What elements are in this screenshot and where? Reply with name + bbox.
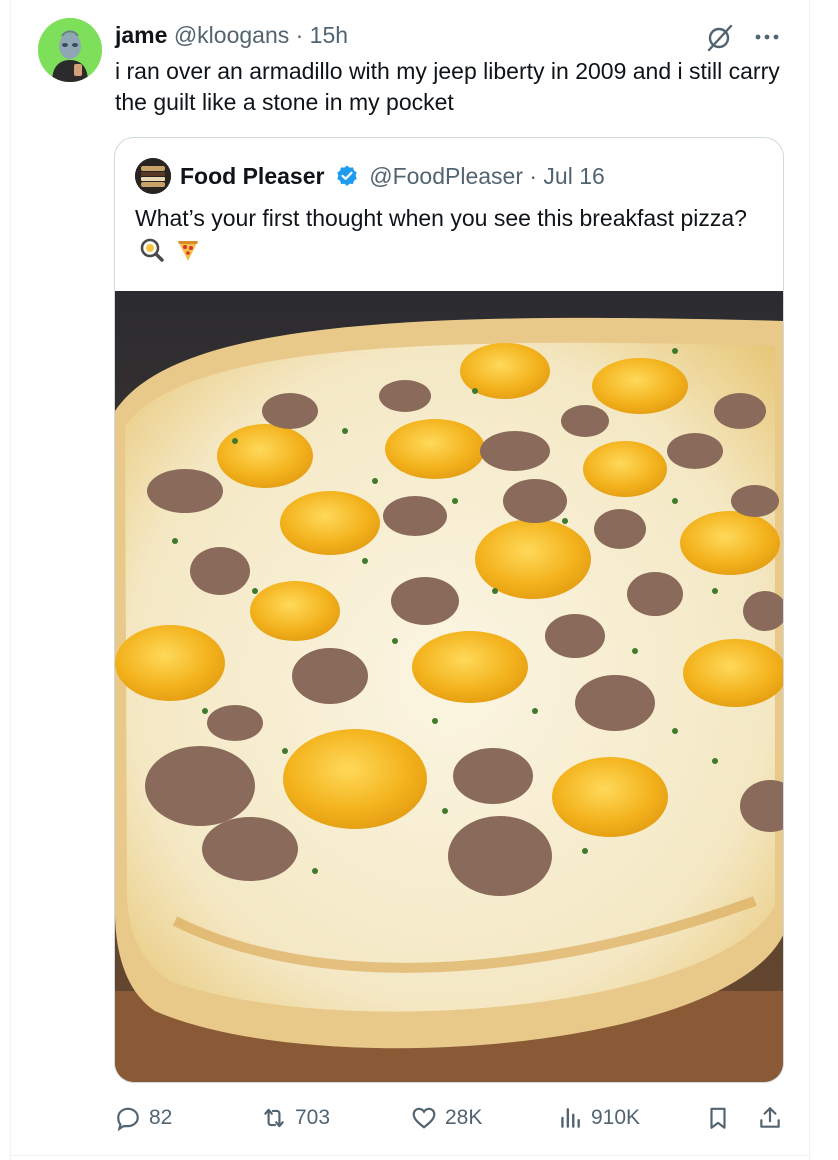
share-icon <box>760 1107 780 1128</box>
quoted-text-block: What’s your first thought when you see t… <box>135 202 755 266</box>
bookmark-button[interactable] <box>705 1100 731 1136</box>
repost-button[interactable]: 703 <box>261 1100 330 1136</box>
views-chart-icon <box>561 1108 580 1128</box>
quoted-avatar[interactable] <box>135 158 171 194</box>
verified-badge-icon <box>337 165 357 186</box>
quoted-tweet[interactable]: Food Pleaser @FoodPleaser · Jul 16 What’… <box>114 137 784 1083</box>
share-button[interactable] <box>757 1100 783 1136</box>
quoted-text: What’s your first thought when you see t… <box>135 205 747 231</box>
quoted-author-name[interactable]: Food Pleaser <box>180 163 324 189</box>
tweet-header: jame @kloogans · 15h <box>115 20 348 50</box>
quoted-header: Food Pleaser @FoodPleaser · Jul 16 <box>180 160 605 192</box>
views-button[interactable]: 910K <box>557 1100 640 1136</box>
heart-icon <box>412 1107 436 1129</box>
more-options-icon[interactable] <box>750 20 784 54</box>
author-handle-time[interactable]: @kloogans · 15h <box>174 22 348 48</box>
reply-icon <box>117 1107 139 1131</box>
divider <box>10 1155 810 1156</box>
pizza-icon <box>178 241 199 261</box>
tweet-actions: 82 703 28K 910K <box>115 1100 795 1136</box>
bookmark-icon <box>710 1107 726 1129</box>
magnifying-glass-icon <box>140 238 164 262</box>
repost-icon <box>264 1108 284 1128</box>
tweet-text: i ran over an armadillo with my jeep lib… <box>115 58 780 115</box>
grok-icon[interactable] <box>703 20 737 54</box>
like-count: 28K <box>445 1106 483 1129</box>
quoted-handle-time[interactable]: @FoodPleaser · Jul 16 <box>369 163 605 189</box>
repost-count: 703 <box>295 1106 331 1129</box>
reply-count: 82 <box>149 1106 173 1129</box>
reply-button[interactable]: 82 <box>115 1100 172 1136</box>
breakfast-pizza-photo[interactable] <box>115 291 783 1082</box>
avatar[interactable] <box>38 18 102 82</box>
views-count: 910K <box>591 1106 641 1129</box>
author-name[interactable]: jame <box>115 22 167 48</box>
like-button[interactable]: 28K <box>411 1100 482 1136</box>
